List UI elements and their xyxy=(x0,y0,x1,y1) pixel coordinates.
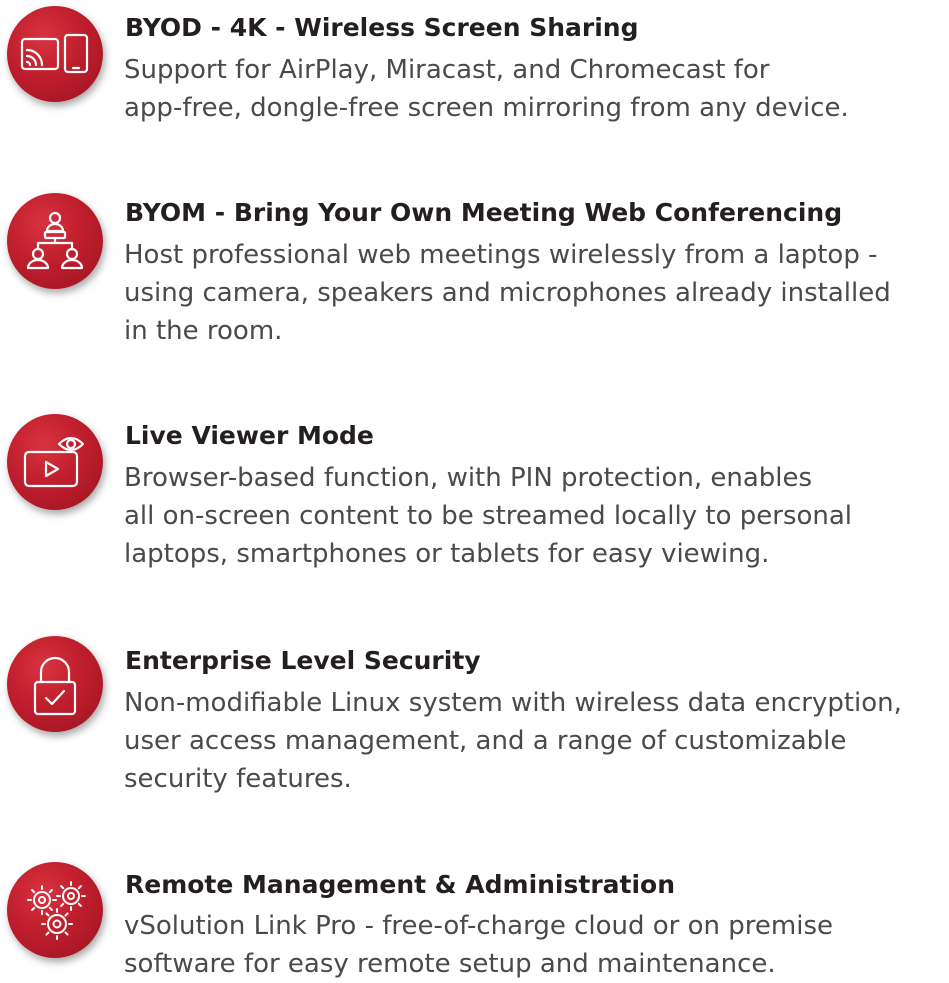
feature-description-line: using camera, speakers and microphones a… xyxy=(124,278,891,308)
feature-title: BYOM - Bring Your Own Meeting Web Confer… xyxy=(125,198,843,227)
padlock-check-icon xyxy=(7,636,103,732)
feature-description-line: laptops, smartphones or tablets for easy… xyxy=(124,539,770,569)
feature-description-line: software for easy remote setup and maint… xyxy=(124,949,776,979)
feature-title: BYOD - 4K - Wireless Screen Sharing xyxy=(125,13,639,42)
feature-description-line: vSolution Link Pro - free-of-charge clou… xyxy=(124,911,833,941)
screen-sharing-icon xyxy=(7,6,103,102)
live-viewer-icon xyxy=(7,414,103,510)
gears-icon xyxy=(7,862,103,958)
feature-description-line: all on-screen content to be streamed loc… xyxy=(124,501,853,531)
feature-description-line: Non-modifiable Linux system with wireles… xyxy=(124,688,902,718)
feature-title: Enterprise Level Security xyxy=(125,646,481,675)
feature-description-line: security features. xyxy=(124,764,352,794)
meeting-hierarchy-icon xyxy=(7,193,103,289)
feature-description-line: app-free, dongle-free screen mirroring f… xyxy=(124,93,849,123)
feature-description-line: user access management, and a range of c… xyxy=(124,726,847,756)
feature-description-line: in the room. xyxy=(124,316,283,346)
feature-title: Live Viewer Mode xyxy=(125,421,374,450)
feature-description-line: Host professional web meetings wirelessl… xyxy=(124,240,878,270)
feature-description-line: Browser-based function, with PIN protect… xyxy=(124,463,813,493)
feature-description-line: Support for AirPlay, Miracast, and Chrom… xyxy=(124,55,770,85)
feature-title: Remote Management & Administration xyxy=(125,870,676,899)
